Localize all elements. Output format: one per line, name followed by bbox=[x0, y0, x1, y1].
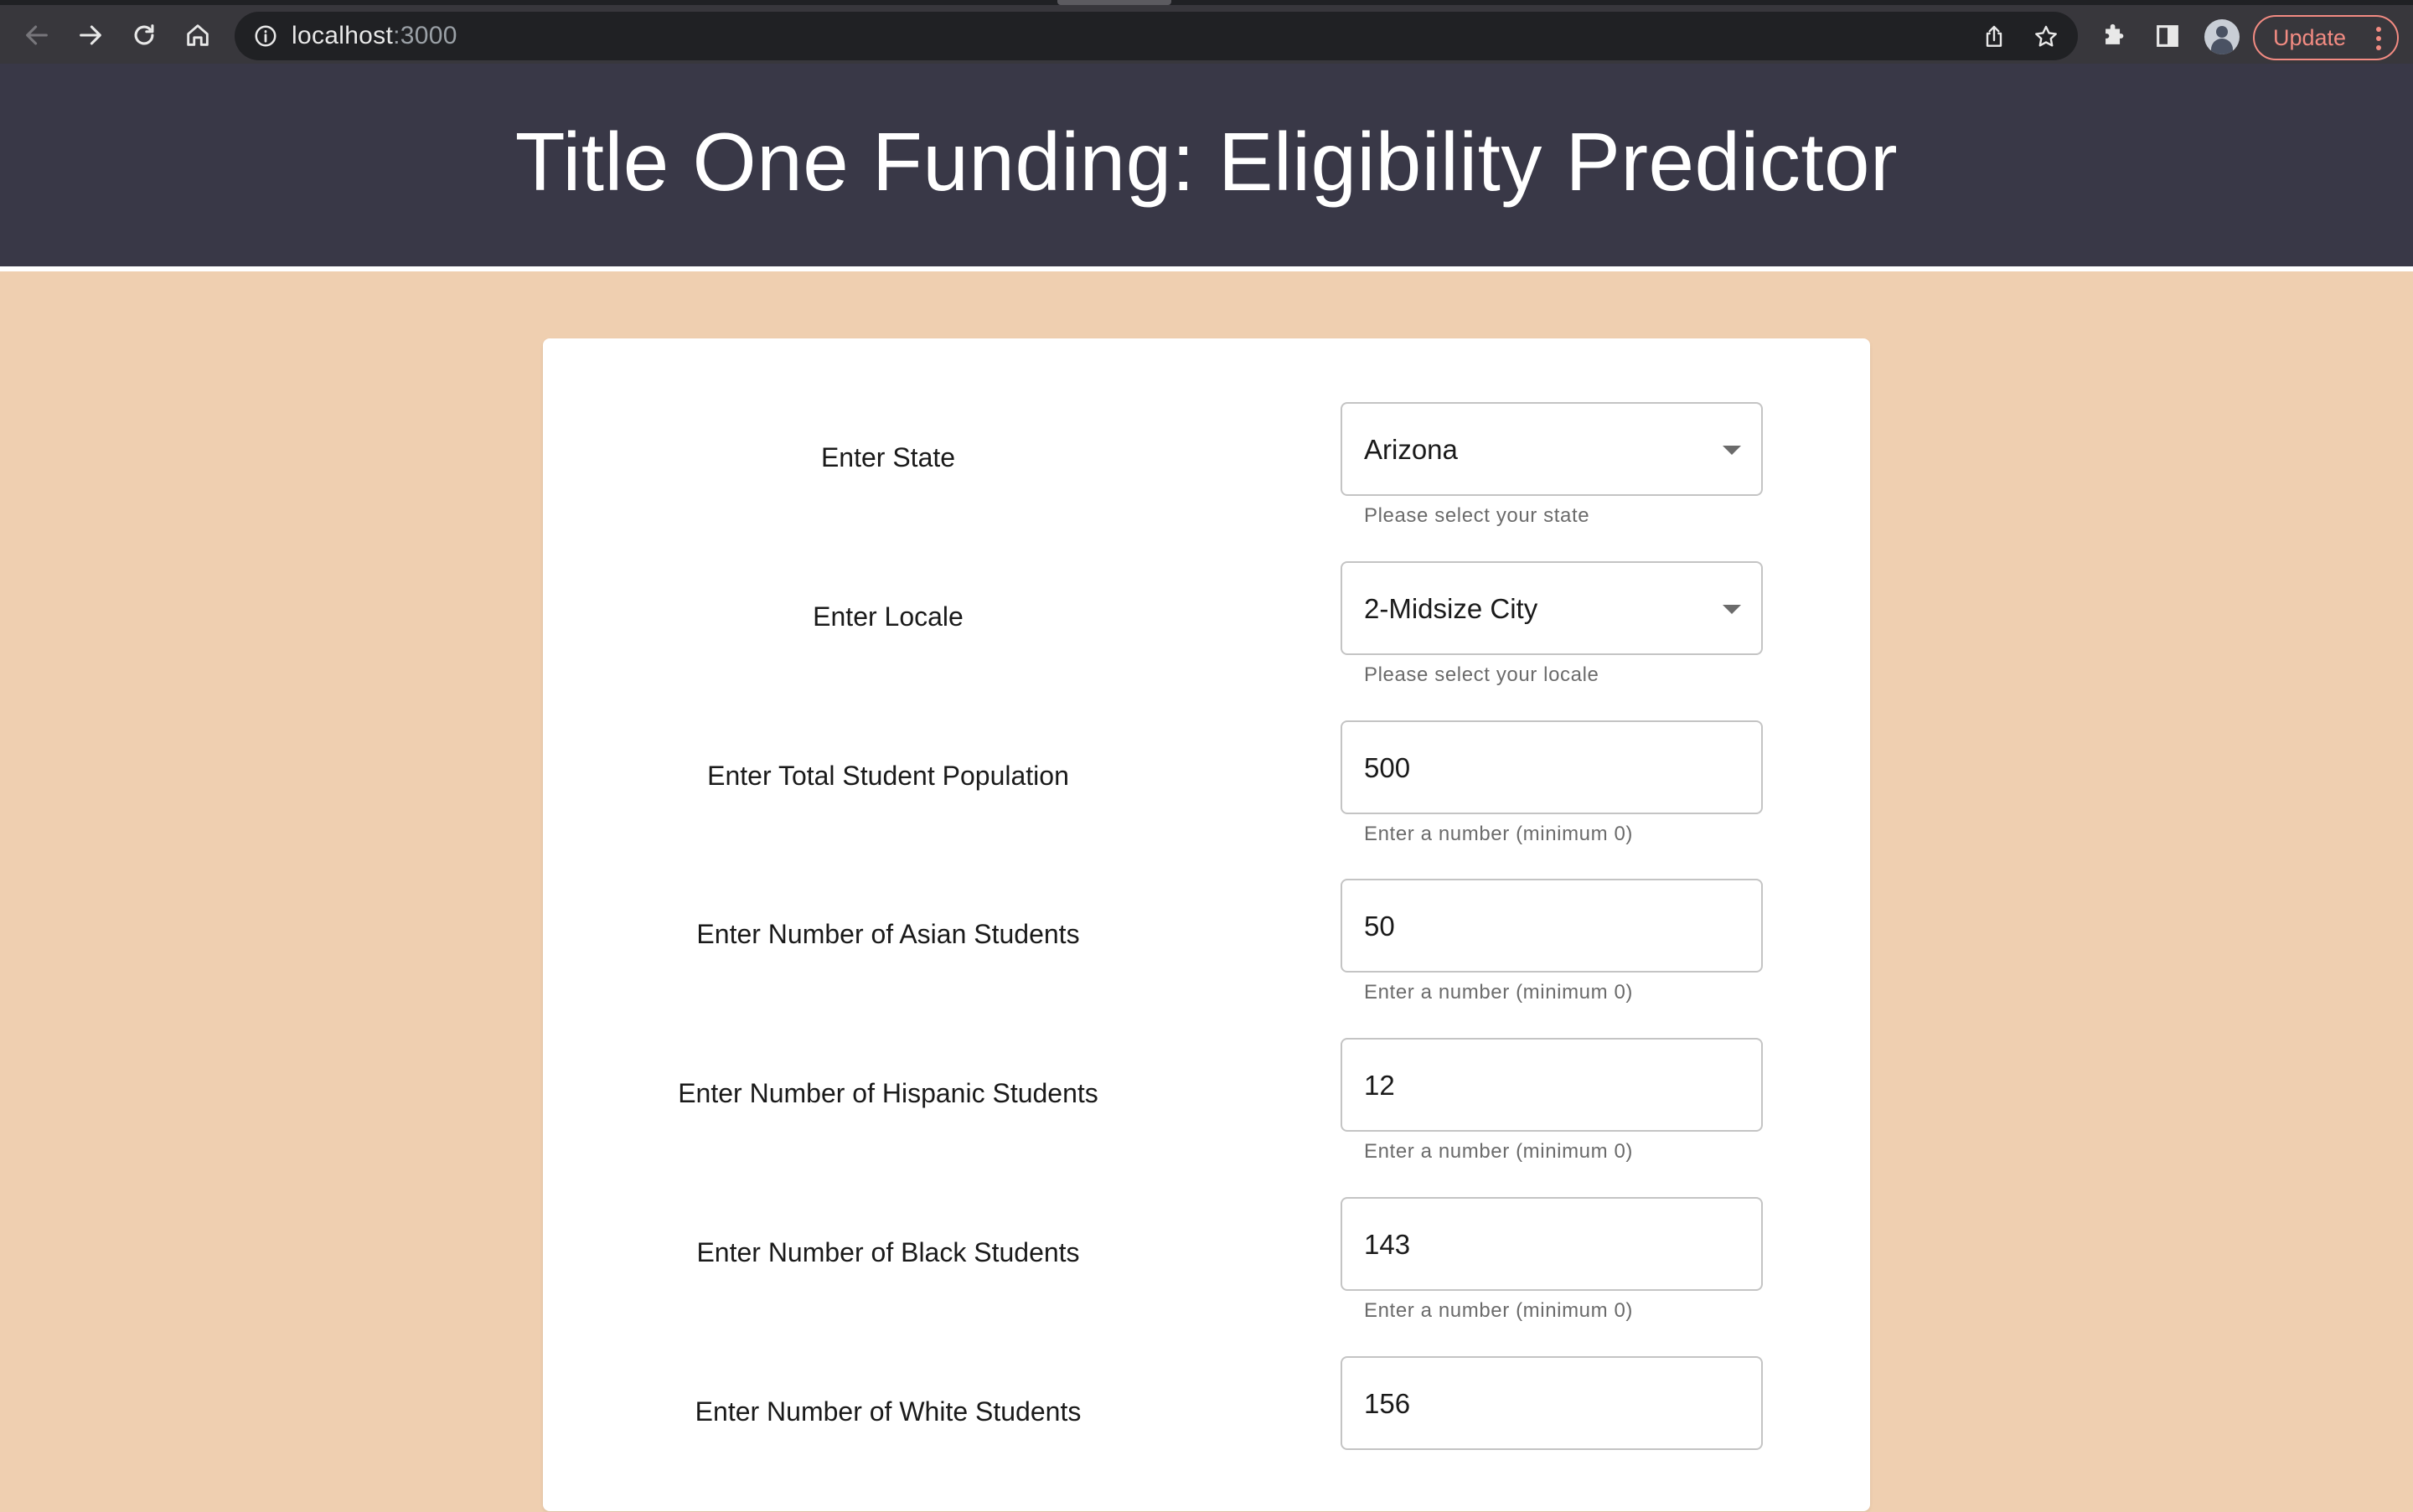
asian-students-helper-text: Enter a number (minimum 0) bbox=[1364, 981, 1634, 1004]
locale-value: 2-Midsize City bbox=[1364, 593, 1538, 624]
url-text[interactable]: localhost:3000 bbox=[292, 22, 457, 50]
reload-button[interactable] bbox=[126, 17, 163, 54]
forward-button[interactable] bbox=[72, 17, 109, 54]
white-students-row: Enter Number of White Students 156 bbox=[543, 1353, 1870, 1512]
extensions-puzzle-icon[interactable] bbox=[2100, 22, 2128, 50]
locale-helper-text: Please select your locale bbox=[1364, 663, 1599, 686]
black-students-label: Enter Number of Black Students bbox=[696, 1237, 1080, 1267]
asian-students-value: 50 bbox=[1364, 911, 1395, 942]
url-host: localhost bbox=[292, 22, 394, 49]
hispanic-students-row: Enter Number of Hispanic Students 12 Ent… bbox=[543, 1035, 1870, 1194]
locale-row: Enter Locale 2-Midsize City Please selec… bbox=[543, 558, 1870, 717]
active-tab-indicator bbox=[1057, 0, 1171, 5]
info-icon[interactable] bbox=[253, 23, 278, 49]
asian-students-row: Enter Number of Asian Students 50 Enter … bbox=[543, 875, 1870, 1035]
page-title: Title One Funding: Eligibility Predictor bbox=[514, 115, 1899, 208]
total-population-helper-text: Enter a number (minimum 0) bbox=[1364, 823, 1634, 845]
black-students-row: Enter Number of Black Students 143 Enter… bbox=[543, 1194, 1870, 1353]
locale-label: Enter Locale bbox=[813, 601, 964, 632]
form-card: Enter State Arizona Please select your s… bbox=[543, 338, 1870, 1511]
white-students-value: 156 bbox=[1364, 1388, 1411, 1419]
asian-students-label: Enter Number of Asian Students bbox=[696, 919, 1080, 949]
side-panel-icon[interactable] bbox=[2153, 22, 2182, 50]
total-population-label: Enter Total Student Population bbox=[707, 761, 1069, 791]
back-button[interactable] bbox=[18, 17, 55, 54]
state-select[interactable]: Arizona bbox=[1341, 402, 1763, 496]
bookmark-star-icon[interactable] bbox=[2033, 23, 2059, 50]
hispanic-students-input[interactable]: 12 bbox=[1341, 1038, 1763, 1132]
more-menu-icon[interactable] bbox=[2375, 26, 2382, 51]
black-students-value: 143 bbox=[1364, 1229, 1411, 1260]
white-students-label: Enter Number of White Students bbox=[695, 1396, 1082, 1427]
hispanic-students-label: Enter Number of Hispanic Students bbox=[678, 1078, 1098, 1108]
locale-select[interactable]: 2-Midsize City bbox=[1341, 561, 1763, 655]
header-divider bbox=[0, 266, 2413, 271]
update-button[interactable]: Update bbox=[2253, 15, 2399, 60]
hispanic-students-helper-text: Enter a number (minimum 0) bbox=[1364, 1140, 1634, 1163]
state-value: Arizona bbox=[1364, 434, 1458, 465]
arrow-left-icon bbox=[26, 25, 48, 45]
black-students-input[interactable]: 143 bbox=[1341, 1197, 1763, 1291]
hispanic-students-value: 12 bbox=[1364, 1070, 1395, 1101]
home-button[interactable] bbox=[179, 17, 216, 54]
avatar-head bbox=[2216, 26, 2228, 38]
avatar-body bbox=[2211, 39, 2233, 54]
url-port: :3000 bbox=[393, 22, 457, 49]
chevron-down-icon bbox=[1723, 605, 1741, 614]
app-header: Title One Funding: Eligibility Predictor bbox=[0, 64, 2413, 266]
update-label: Update bbox=[2273, 24, 2347, 50]
black-students-helper-text: Enter a number (minimum 0) bbox=[1364, 1299, 1634, 1322]
asian-students-input[interactable]: 50 bbox=[1341, 879, 1763, 973]
state-row: Enter State Arizona Please select your s… bbox=[543, 399, 1870, 558]
state-label: Enter State bbox=[820, 442, 956, 472]
share-icon[interactable] bbox=[1981, 23, 2007, 50]
total-population-value: 500 bbox=[1364, 752, 1411, 783]
chevron-down-icon bbox=[1723, 446, 1741, 455]
browser-toolbar: localhost:3000 Update bbox=[0, 0, 2413, 64]
arrow-right-icon bbox=[80, 25, 101, 45]
address-bar[interactable]: localhost:3000 bbox=[235, 12, 2078, 60]
profile-avatar[interactable] bbox=[2204, 19, 2240, 54]
total-population-row: Enter Total Student Population 500 Enter… bbox=[543, 717, 1870, 876]
home-icon bbox=[187, 24, 209, 46]
reload-icon bbox=[134, 24, 154, 45]
white-students-input[interactable]: 156 bbox=[1341, 1356, 1763, 1450]
state-helper-text: Please select your state bbox=[1364, 504, 1590, 527]
total-population-input[interactable]: 500 bbox=[1341, 720, 1763, 814]
